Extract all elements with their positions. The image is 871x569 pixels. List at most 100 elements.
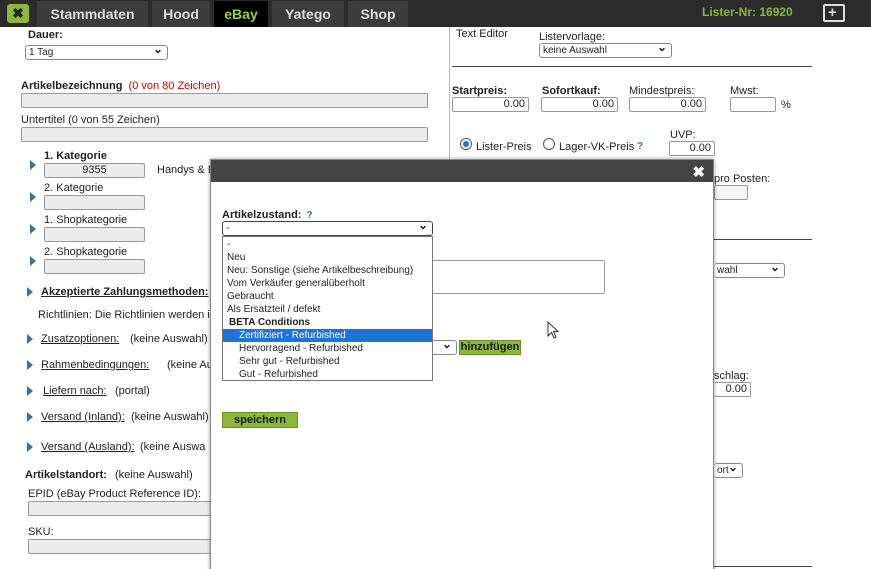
listervorlage-select[interactable]: keine Auswahl <box>539 41 672 58</box>
dauer-label: Dauer: <box>28 29 63 41</box>
option[interactable]: Neu: Sonstige (siehe Artikelbeschreibung… <box>227 264 413 277</box>
sofortkauf-input[interactable]: 0.00 <box>541 97 618 112</box>
divider <box>714 566 812 567</box>
rahmenbedingungen-link[interactable]: Rahmenbedingungen: <box>41 359 149 371</box>
lister-preis-radio[interactable] <box>460 138 472 150</box>
mindestpreis-label: Mindestpreis: <box>629 85 695 97</box>
versand-ausland-value: (keine Auswa <box>140 441 206 453</box>
hinzufuegen-button[interactable]: hinzufügen <box>459 340 521 355</box>
expand-icon[interactable] <box>27 412 33 422</box>
shopkategorie2-label: 2. Shopkategorie <box>44 246 128 258</box>
lager-vk-preis-label: Lager-VK-Preis <box>559 141 635 153</box>
option[interactable]: Gut - Refurbished <box>239 368 318 381</box>
ort-select[interactable]: ort <box>714 461 743 478</box>
uvp-input[interactable]: 0.00 <box>669 141 715 156</box>
expand-icon[interactable] <box>27 334 33 344</box>
expand-icon[interactable] <box>27 386 33 396</box>
kategorie1-name: Handys & I <box>157 164 211 176</box>
sku-input[interactable] <box>28 539 218 554</box>
help-icon[interactable]: ? <box>307 210 313 221</box>
mindestpreis-input[interactable]: 0.00 <box>629 97 706 112</box>
option-selected[interactable]: Zertifiziert - Refurbished <box>223 329 432 342</box>
artikelbezeichnung-row: Artikelbezeichnung (0 von 80 Zeichen) <box>21 80 220 92</box>
schlag-input[interactable]: 0.00 <box>714 382 751 397</box>
artikelzustand-text: Artikelzustand: <box>222 209 302 221</box>
close-icon[interactable]: ✖ <box>7 4 29 23</box>
close-icon[interactable]: ✖ <box>692 163 705 181</box>
pro-posten-input[interactable] <box>714 185 748 200</box>
kategorie1-input[interactable]: 9355 <box>44 163 145 178</box>
rahmenbedingungen-value: (keine Au <box>167 359 213 371</box>
artikelstandort-label: Artikelstandort: <box>25 469 107 481</box>
dauer-select[interactable]: 1 Tag <box>25 43 168 60</box>
expand-icon[interactable] <box>30 160 36 170</box>
speichern-button[interactable]: speichern <box>222 412 298 428</box>
liefern-nach-value: (portal) <box>115 385 150 397</box>
epid-input[interactable] <box>28 501 218 516</box>
option[interactable]: - <box>227 238 230 251</box>
artikelstandort-value: (keine Auswahl) <box>115 469 193 481</box>
option[interactable]: Neu <box>227 251 245 264</box>
versand-inland-link[interactable]: Versand (Inland): <box>41 411 125 423</box>
mwst-label: Mwst: <box>730 85 759 97</box>
zusatzoptionen-link[interactable]: Zusatzoptionen: <box>41 333 119 345</box>
modal-textarea[interactable] <box>430 260 605 294</box>
option[interactable]: Hervorragend - Refurbished <box>239 342 363 355</box>
kategorie2-input[interactable] <box>44 195 145 210</box>
listervorlage-label: Listervorlage: <box>539 31 606 43</box>
zahlungsmethoden-link[interactable]: Akzeptierte Zahlungsmethoden: <box>41 286 208 298</box>
help-icon[interactable]: ? <box>637 141 643 152</box>
tab-ebay[interactable]: eBay <box>214 1 268 27</box>
untertitel-input[interactable] <box>21 127 428 142</box>
startpreis-label: Startpreis: <box>452 85 508 97</box>
artikelzustand-label: Artikelzustand: ? <box>222 209 313 221</box>
lister-nr: Lister-Nr: 16920 <box>702 5 793 19</box>
modal-header: ✖ <box>211 160 713 182</box>
lager-vk-preis-radio[interactable] <box>543 138 555 150</box>
expand-icon[interactable] <box>27 360 33 370</box>
shopkategorie1-input[interactable] <box>44 227 145 242</box>
versand-inland-value: (keine Auswahl) <box>131 411 209 423</box>
sku-label: SKU: <box>28 526 54 538</box>
artikelzustand-select[interactable]: - <box>222 219 433 236</box>
option-group-label: BETA Conditions <box>229 317 311 328</box>
modal-partial-select[interactable] <box>430 338 457 355</box>
text-editor-link[interactable]: Text Editor <box>456 28 508 40</box>
kategorie1-label: 1. Kategorie <box>44 150 107 162</box>
top-nav-bar: ✖ Stammdaten Hood eBay Yatego Shop Liste… <box>0 0 871 27</box>
artikelbezeichnung-label: Artikelbezeichnung <box>21 80 123 92</box>
pro-posten-label: pro Posten: <box>714 173 771 185</box>
untertitel-label: Untertitel (0 von 55 Zeichen) <box>21 114 160 126</box>
schlag-label: schlag: <box>714 370 749 382</box>
artikelbezeichnung-count: (0 von 80 Zeichen) <box>128 80 221 92</box>
right-select[interactable]: wahl <box>714 261 785 278</box>
tab-yatego[interactable]: Yatego <box>272 1 344 27</box>
lister-preis-label: Lister-Preis <box>476 141 532 153</box>
option[interactable]: Sehr gut - Refurbished <box>239 355 340 368</box>
expand-icon[interactable] <box>30 224 36 234</box>
epid-label: EPID (eBay Product Reference ID): <box>28 488 202 500</box>
expand-icon[interactable] <box>30 192 36 202</box>
option[interactable]: Gebraucht <box>227 290 274 303</box>
shopkategorie2-input[interactable] <box>44 259 145 274</box>
expand-icon[interactable] <box>27 442 33 452</box>
versand-ausland-link[interactable]: Versand (Ausland): <box>41 441 135 453</box>
uvp-label: UVP: <box>670 129 696 141</box>
expand-icon[interactable] <box>30 256 36 266</box>
option[interactable]: Als Ersatzteil / defekt <box>227 303 320 316</box>
option[interactable]: Vom Verkäufer generalüberholt <box>227 277 365 290</box>
liefern-nach-link[interactable]: Liefern nach: <box>43 385 107 397</box>
artikelbezeichnung-input[interactable] <box>21 93 428 108</box>
shopkategorie1-label: 1. Shopkategorie <box>44 214 128 226</box>
tab-hood[interactable]: Hood <box>152 1 210 27</box>
add-page-icon[interactable]: + <box>823 4 845 22</box>
tab-stammdaten[interactable]: Stammdaten <box>37 1 148 27</box>
divider <box>714 239 812 240</box>
mwst-input[interactable] <box>730 97 776 112</box>
sofortkauf-label: Sofortkauf: <box>542 85 601 97</box>
percent-sign: % <box>781 99 791 111</box>
startpreis-input[interactable]: 0.00 <box>452 97 529 112</box>
expand-icon[interactable] <box>27 287 33 297</box>
artikelzustand-dropdown[interactable]: - Neu Neu: Sonstige (siehe Artikelbeschr… <box>222 236 433 381</box>
tab-shop[interactable]: Shop <box>348 1 408 27</box>
